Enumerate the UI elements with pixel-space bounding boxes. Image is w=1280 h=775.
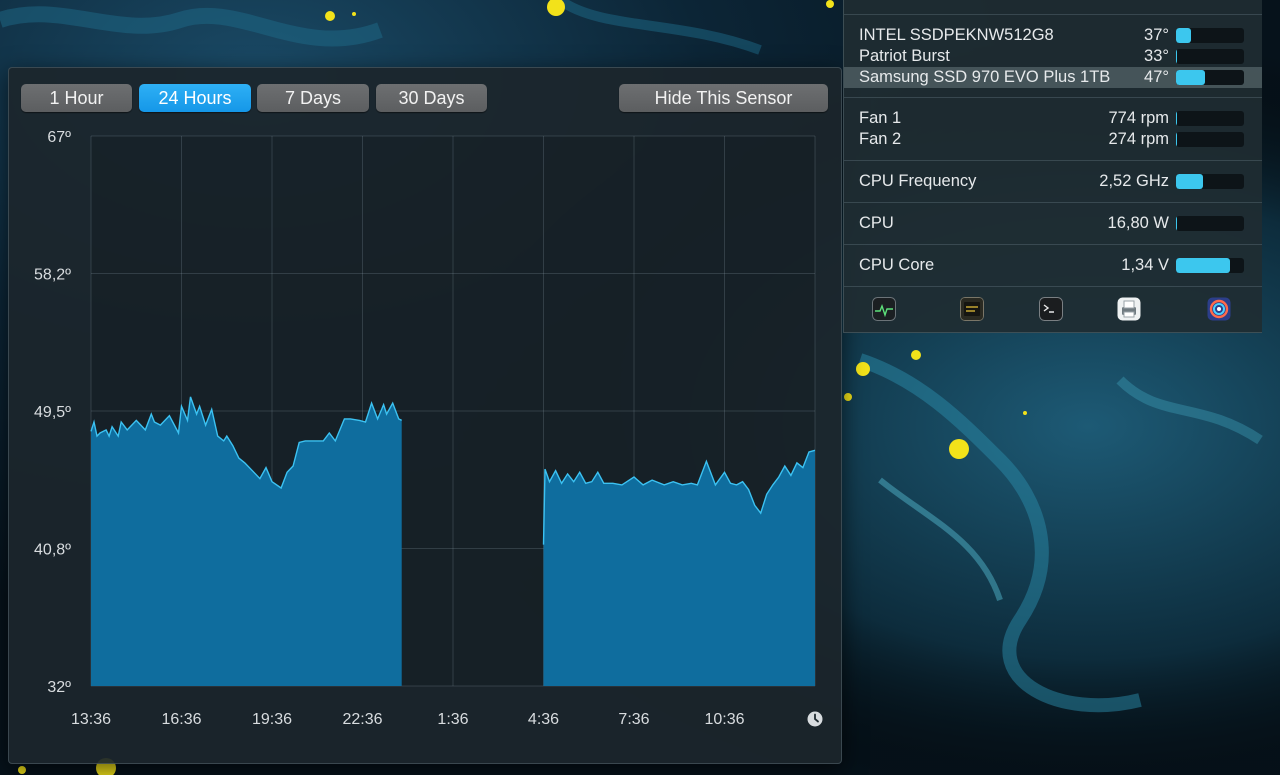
sensor-level-bar: [1176, 49, 1244, 64]
sensor-level-bar: [1176, 111, 1244, 126]
sensor-level-fill: [1176, 258, 1231, 273]
y-axis: 67º 58,2º 49,5º 40,8º 32º: [34, 129, 71, 696]
x-tick-label: 16:36: [161, 711, 201, 728]
console-icon[interactable]: [960, 297, 984, 321]
sensor-value: 16,80 W: [1107, 214, 1169, 232]
sensor-level-fill: [1176, 49, 1178, 64]
x-tick-label: 13:36: [71, 711, 111, 728]
sensor-value: 37°: [1144, 26, 1169, 44]
sensor-level-fill: [1176, 70, 1205, 85]
sensor-row-patriot-burst[interactable]: Patriot Burst 33°: [844, 46, 1262, 67]
sensor-value: 274 rpm: [1108, 130, 1169, 148]
sensor-row-cpu-frequency[interactable]: CPU Frequency 2,52 GHz: [844, 171, 1262, 192]
sensor-value: 47°: [1144, 68, 1169, 86]
sensor-row-fan-1[interactable]: Fan 1 774 rpm: [844, 108, 1262, 129]
x-tick-label: 19:36: [252, 711, 292, 728]
temperature-history-chart: 67º 58,2º 49,5º 40,8º 32º 13:36 16:36 19:36 22:…: [34, 129, 823, 728]
sensor-name: Patriot Burst: [859, 47, 950, 65]
sensor-value: 2,52 GHz: [1099, 172, 1169, 190]
sensor-menu-panel: INTEL SSDPEKNW512G8 37° Patriot Burst 33…: [843, 0, 1262, 333]
sensor-row-intel-ssd[interactable]: INTEL SSDPEKNW512G8 37°: [844, 25, 1262, 46]
sensor-name: Fan 2: [859, 130, 902, 148]
sensor-level-bar: [1176, 216, 1244, 231]
separator: [844, 286, 1262, 287]
area-series-fill: [543, 450, 815, 686]
terminal-icon[interactable]: [1039, 297, 1063, 321]
x-tick-label: 1:36: [437, 711, 468, 728]
sensor-row-samsung-ssd[interactable]: Samsung SSD 970 EVO Plus 1TB 47°: [844, 67, 1262, 88]
istat-menus-icon[interactable]: [1207, 297, 1231, 321]
sensor-row-cpu-core[interactable]: CPU Core 1,34 V: [844, 255, 1262, 276]
x-tick-label: 22:36: [342, 711, 382, 728]
x-tick-label: 7:36: [618, 711, 649, 728]
sensor-level-bar: [1176, 132, 1244, 147]
separator: [844, 14, 1262, 15]
separator: [844, 97, 1262, 98]
sensor-history-popover: 1 Hour 24 Hours 7 Days 30 Days Hide This…: [8, 67, 842, 764]
y-tick-label: 40,8º: [34, 542, 71, 559]
separator: [844, 202, 1262, 203]
sensor-value: 33°: [1144, 47, 1169, 65]
sensor-level-bar: [1176, 28, 1244, 43]
sensor-name: CPU Core: [859, 256, 935, 274]
separator: [844, 244, 1262, 245]
sensor-value: 774 rpm: [1108, 109, 1169, 127]
clock-icon[interactable]: [807, 711, 823, 727]
y-tick-label: 32º: [47, 679, 71, 696]
sensor-name: INTEL SSDPEKNW512G8: [859, 26, 1054, 44]
sensor-level-fill: [1176, 132, 1178, 147]
x-tick-label: 4:36: [528, 711, 559, 728]
printer-icon[interactable]: [1117, 297, 1141, 321]
separator: [844, 160, 1262, 161]
sensor-level-fill: [1176, 216, 1178, 231]
sensor-name: Fan 1: [859, 109, 902, 127]
sensor-level-bar: [1176, 70, 1244, 85]
sensor-name: CPU Frequency: [859, 172, 977, 190]
sensor-row-cpu-power[interactable]: CPU 16,80 W: [844, 213, 1262, 234]
sensor-level-bar: [1176, 174, 1244, 189]
sensor-level-bar: [1176, 258, 1244, 273]
activity-monitor-icon[interactable]: [872, 297, 896, 321]
sensor-level-fill: [1176, 28, 1191, 43]
y-tick-label: 58,2º: [34, 267, 71, 284]
sensor-level-fill: [1176, 174, 1204, 189]
x-tick-label: 10:36: [704, 711, 744, 728]
sensor-value: 1,34 V: [1121, 256, 1169, 274]
y-tick-label: 49,5º: [34, 404, 71, 421]
sensor-level-fill: [1176, 111, 1178, 126]
sensor-row-fan-2[interactable]: Fan 2 274 rpm: [844, 129, 1262, 150]
y-tick-label: 67º: [47, 129, 71, 146]
x-axis: 13:36 16:36 19:36 22:36 1:36 4:36 7:36 10:36: [71, 711, 745, 728]
sensor-name: CPU: [859, 214, 894, 232]
sensor-name: Samsung SSD 970 EVO Plus 1TB: [859, 68, 1111, 86]
